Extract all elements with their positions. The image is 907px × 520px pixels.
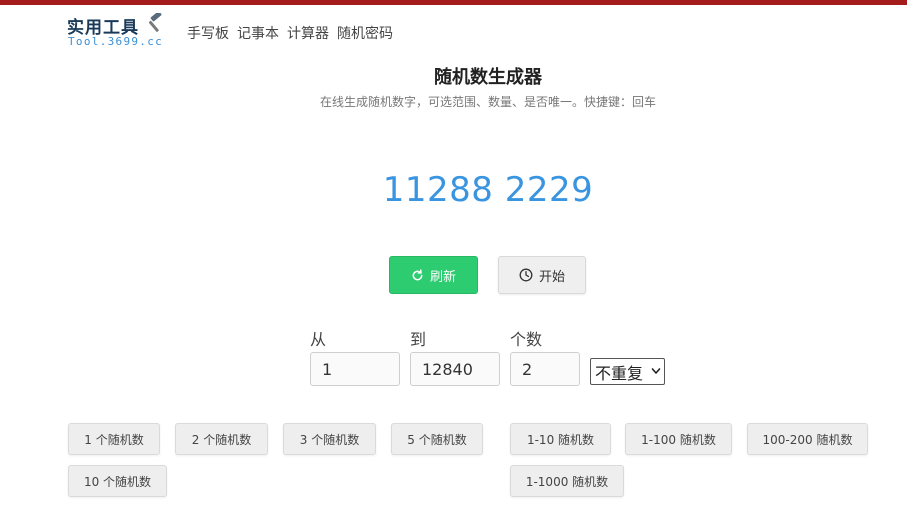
range-100-200-button[interactable]: 100-200 随机数 bbox=[747, 423, 868, 455]
top-nav: 手写板 记事本 计算器 随机密码 bbox=[187, 23, 393, 43]
refresh-button[interactable]: 刷新 bbox=[389, 256, 478, 294]
range-to-input[interactable] bbox=[410, 352, 500, 386]
page-subtitle: 在线生成随机数字，可选范围、数量、是否唯一。快捷键：回车 bbox=[319, 95, 656, 109]
nav-link-calculator[interactable]: 计算器 bbox=[287, 23, 329, 43]
chevron-down-icon bbox=[651, 368, 661, 374]
start-button-label: 开始 bbox=[538, 269, 565, 285]
from-label: 从 bbox=[310, 330, 327, 349]
quick-3-random-button[interactable]: 3 个随机数 bbox=[283, 423, 376, 455]
range-1-100-button[interactable]: 1-100 随机数 bbox=[625, 423, 732, 455]
site-header: 实用工具 Tool.3699.cc 手写板 记事本 计算器 随机密码 bbox=[0, 5, 907, 57]
hammer-icon bbox=[148, 13, 162, 32]
quick-5-random-button[interactable]: 5 个随机数 bbox=[391, 423, 483, 455]
clock-icon bbox=[519, 268, 533, 282]
unique-select-value: 不重复 bbox=[595, 363, 644, 383]
to-label: 到 bbox=[410, 330, 427, 349]
quick-1-random-button[interactable]: 1 个随机数 bbox=[68, 423, 160, 455]
count-label: 个数 bbox=[510, 330, 543, 349]
start-button[interactable]: 开始 bbox=[498, 256, 586, 294]
range-1-1000-button[interactable]: 1-1000 随机数 bbox=[510, 465, 624, 497]
range-from-input[interactable] bbox=[310, 352, 400, 386]
unique-select[interactable]: 不重复 bbox=[590, 358, 665, 385]
range-1-10-button[interactable]: 1-10 随机数 bbox=[510, 423, 611, 455]
logo-subtitle: Tool.3699.cc bbox=[68, 35, 164, 48]
page-title: 随机数生成器 bbox=[434, 67, 542, 88]
refresh-icon bbox=[412, 268, 423, 280]
quick-2-random-button[interactable]: 2 个随机数 bbox=[175, 423, 268, 455]
site-logo[interactable]: 实用工具 Tool.3699.cc bbox=[67, 13, 177, 53]
count-input[interactable] bbox=[510, 352, 580, 386]
nav-link-handwriting[interactable]: 手写板 bbox=[187, 23, 229, 43]
random-result: 11288 2229 bbox=[382, 170, 594, 210]
refresh-button-label: 刷新 bbox=[429, 269, 456, 285]
quick-10-random-button[interactable]: 10 个随机数 bbox=[68, 465, 167, 497]
nav-link-random-password[interactable]: 随机密码 bbox=[337, 23, 393, 43]
nav-link-notepad[interactable]: 记事本 bbox=[237, 23, 279, 43]
